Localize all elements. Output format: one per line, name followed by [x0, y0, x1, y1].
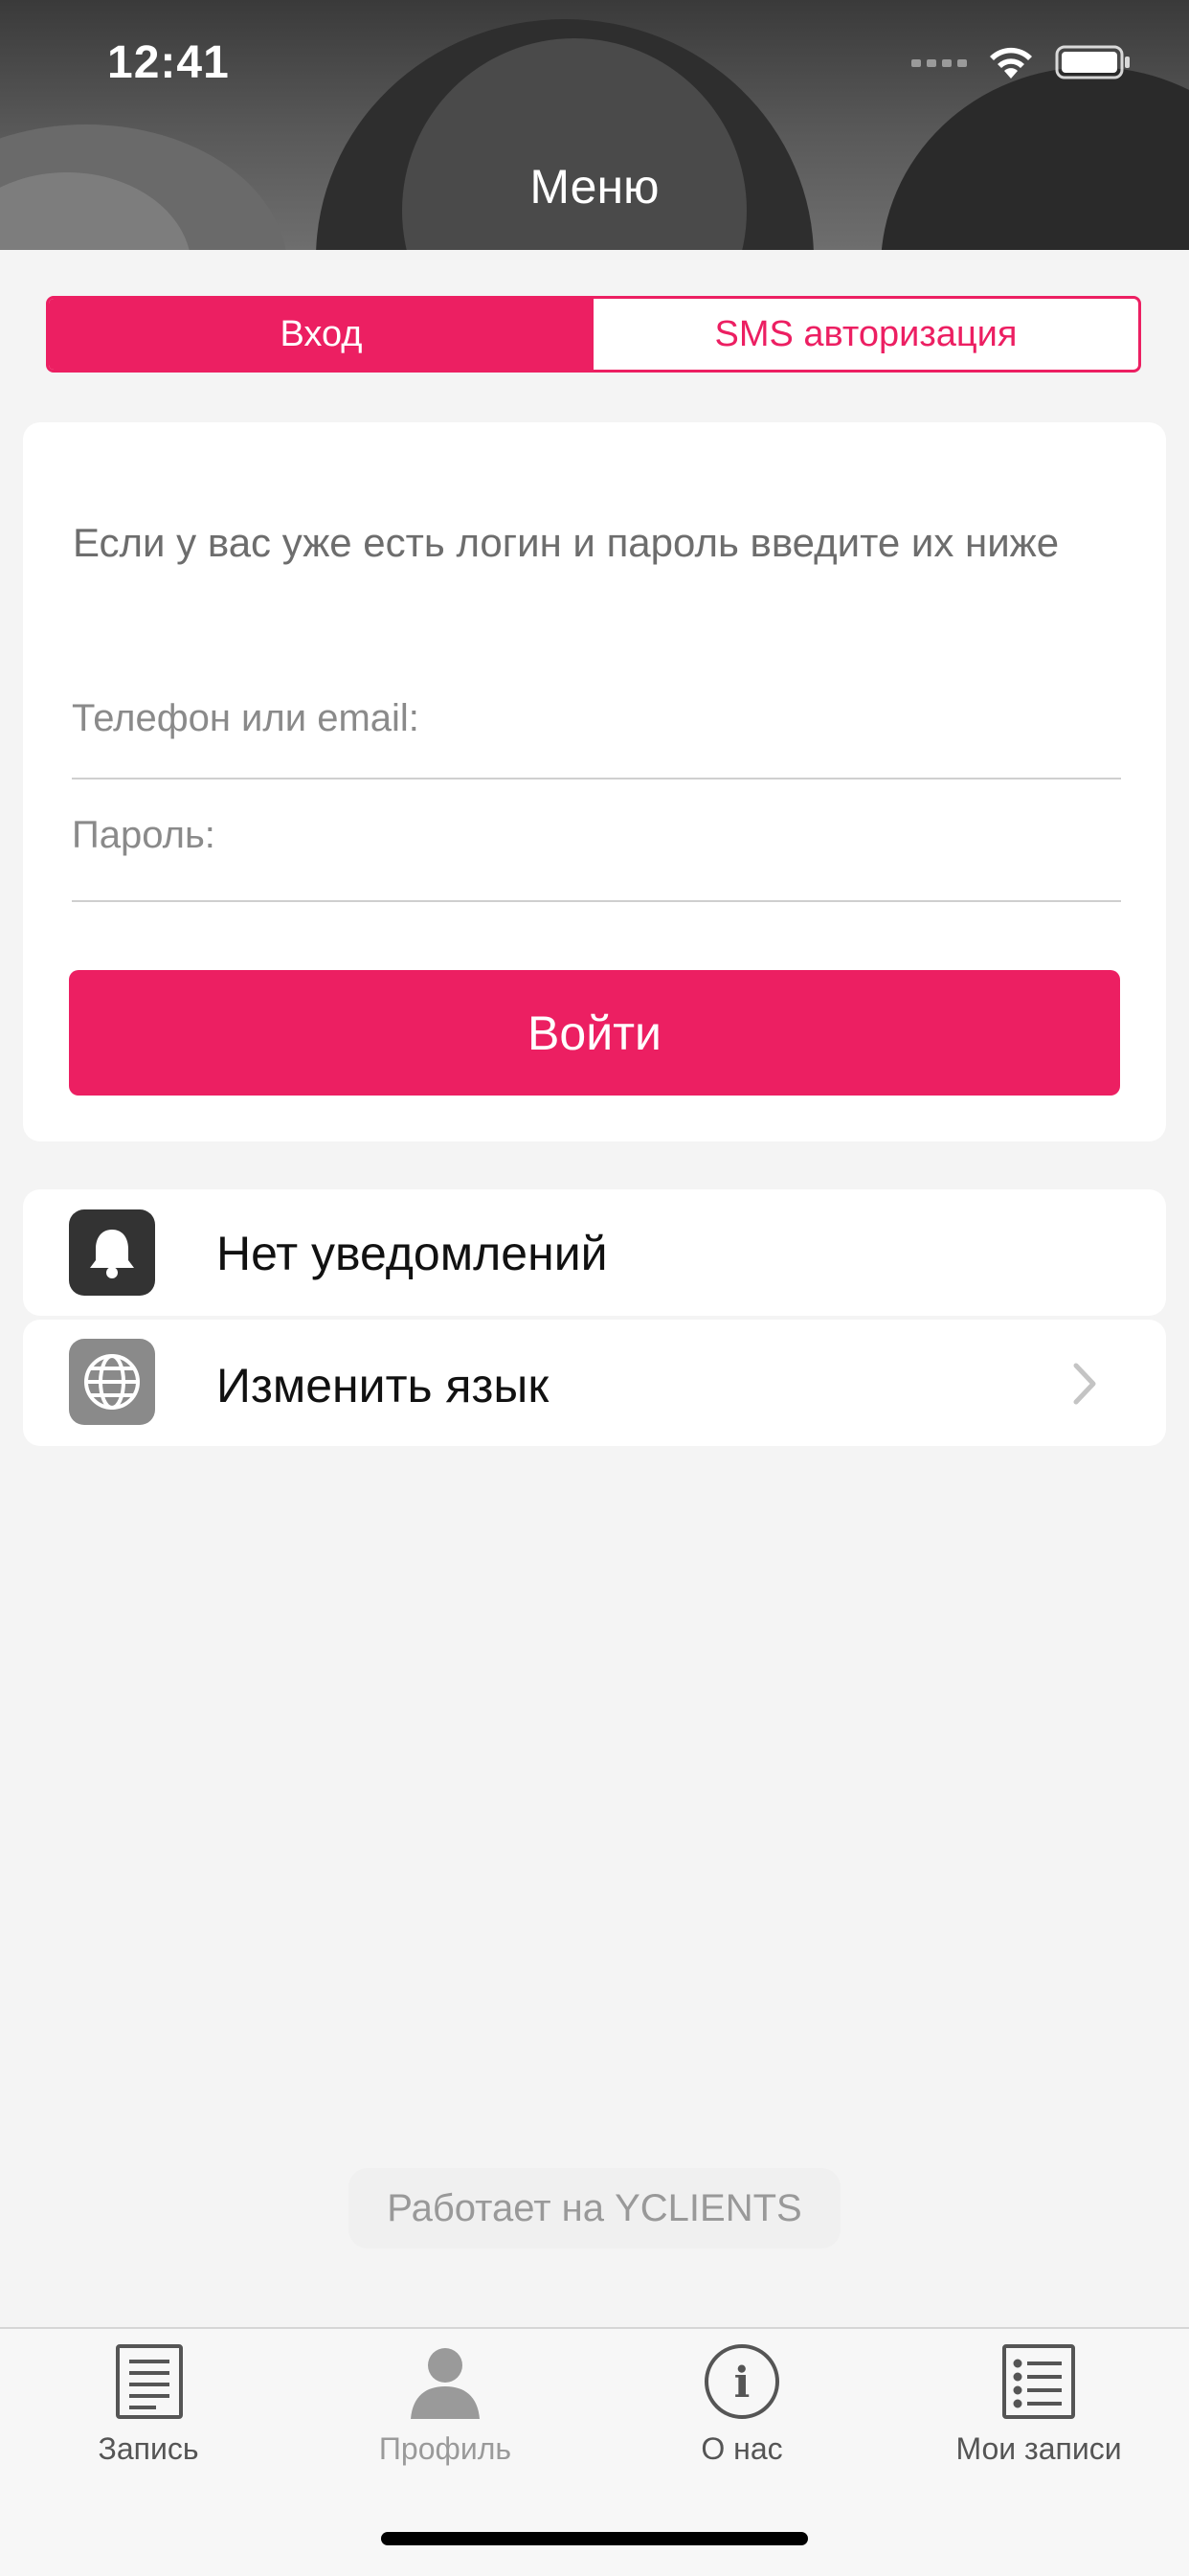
tab-login[interactable]: Вход — [49, 299, 594, 370]
person-icon — [405, 2342, 485, 2426]
tab-booking-label: Запись — [98, 2431, 199, 2466]
change-language-row[interactable]: Изменить язык — [23, 1320, 1166, 1446]
change-language-label: Изменить язык — [216, 1359, 550, 1412]
tab-about[interactable]: i О нас — [594, 2342, 890, 2467]
header-banner: 12:41 Меню — [0, 0, 1189, 250]
info-icon: i — [702, 2342, 782, 2426]
tab-my-bookings-label: Мои записи — [955, 2431, 1122, 2466]
list-icon — [998, 2342, 1079, 2426]
page-title: Меню — [529, 160, 660, 214]
status-icons — [911, 44, 1132, 85]
tab-booking[interactable]: Запись — [0, 2342, 297, 2467]
notifications-row[interactable]: Нет уведомлений — [23, 1189, 1166, 1316]
powered-by-badge[interactable]: Работает на YCLIENTS — [348, 2168, 841, 2248]
wifi-icon — [986, 44, 1036, 85]
globe-icon — [69, 1339, 155, 1425]
bell-icon — [69, 1209, 155, 1296]
tab-my-bookings[interactable]: Мои записи — [890, 2342, 1187, 2467]
notifications-label: Нет уведомлений — [216, 1227, 608, 1280]
phone-email-field[interactable]: Телефон или email: — [72, 688, 1121, 780]
home-indicator[interactable] — [381, 2532, 808, 2545]
battery-icon — [1055, 44, 1132, 85]
login-button[interactable]: Войти — [69, 970, 1120, 1096]
svg-text:i: i — [734, 2359, 751, 2407]
tab-sms-auth[interactable]: SMS авторизация — [594, 299, 1138, 370]
phone-email-label: Телефон или email: — [72, 697, 419, 739]
tab-profile-label: Профиль — [378, 2431, 512, 2466]
document-list-icon — [108, 2342, 189, 2426]
tab-about-label: О нас — [701, 2431, 783, 2466]
tab-profile[interactable]: Профиль — [297, 2342, 594, 2467]
auth-segmented-control: Вход SMS авторизация — [46, 296, 1141, 373]
password-label: Пароль: — [72, 814, 215, 856]
status-time: 12:41 — [107, 37, 230, 88]
login-intro-text: Если у вас уже есть логин и пароль введи… — [73, 520, 1060, 565]
chevron-right-icon — [1072, 1362, 1097, 1411]
password-field[interactable]: Пароль: — [72, 808, 1121, 902]
signal-icon — [911, 56, 967, 74]
